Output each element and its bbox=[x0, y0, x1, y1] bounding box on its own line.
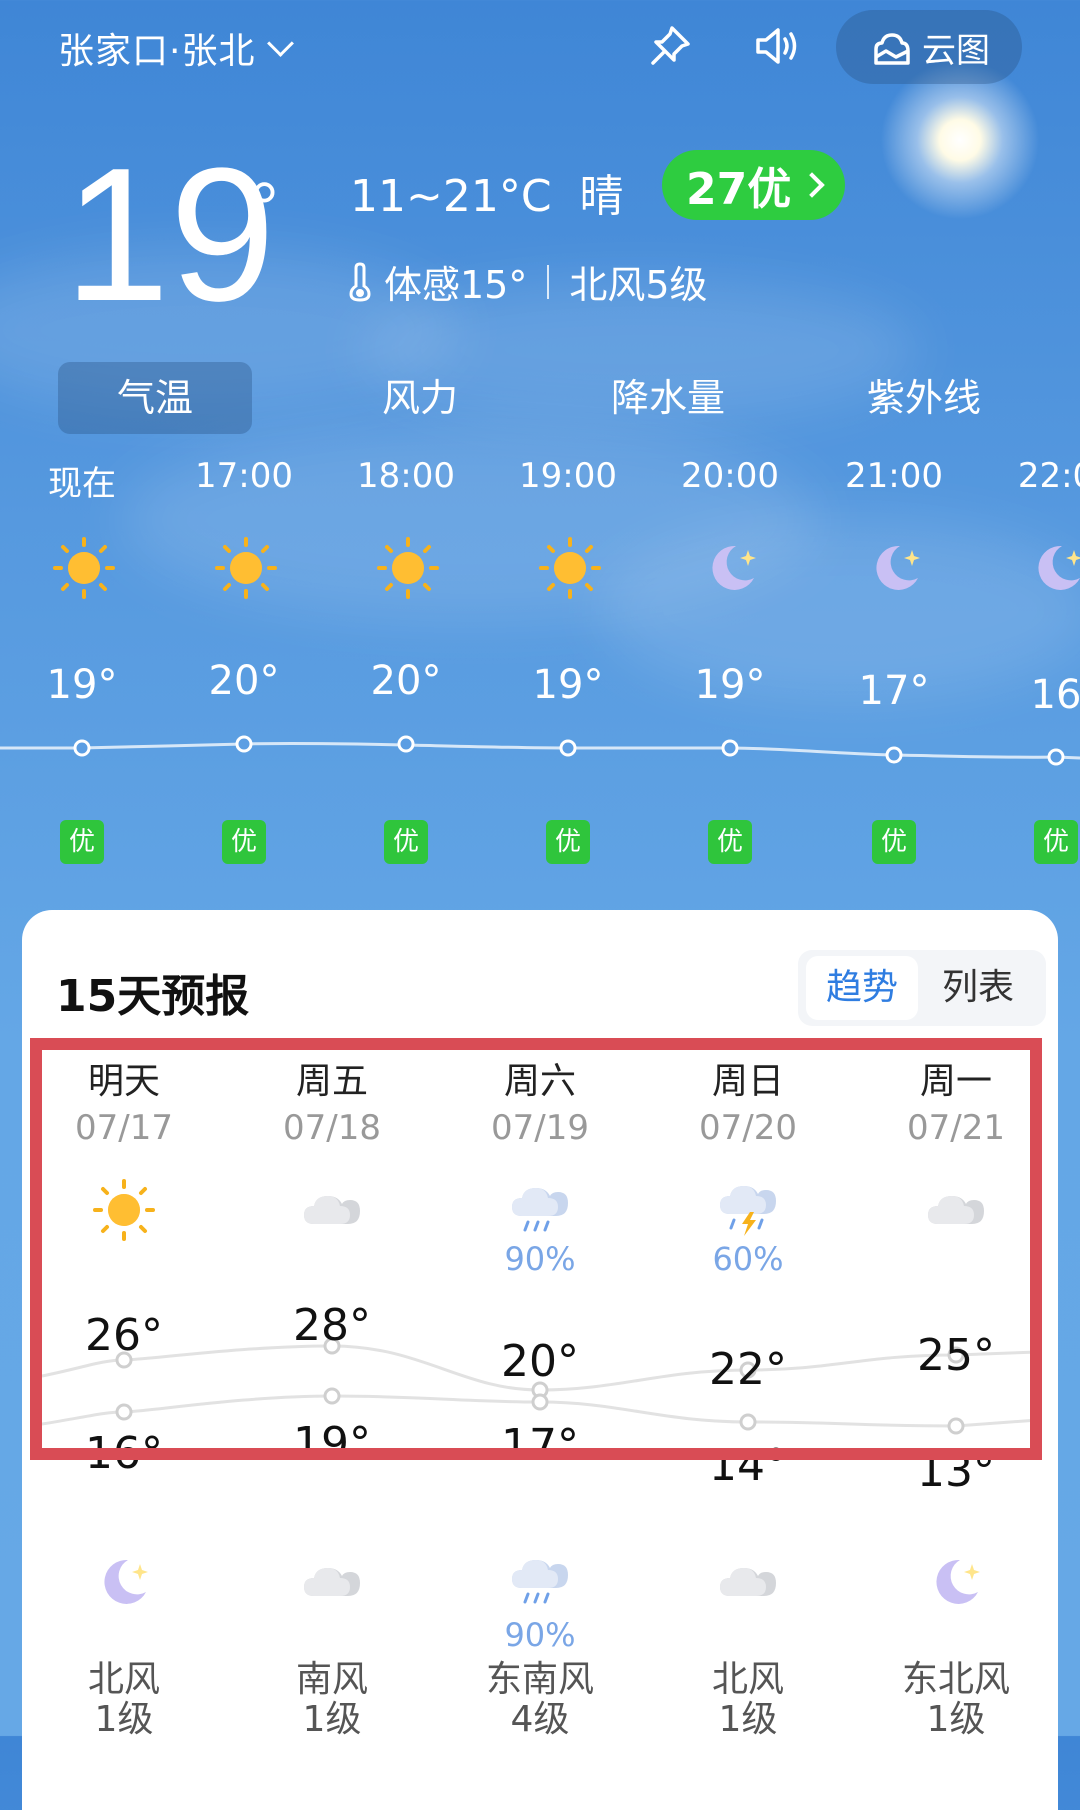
tab-uv[interactable]: 紫外线 bbox=[834, 362, 1014, 434]
aqi-badge: 优 bbox=[222, 820, 266, 864]
hour-temp: 19° bbox=[46, 662, 118, 708]
hour-temp-point bbox=[397, 735, 415, 753]
hour-temp-point bbox=[721, 739, 739, 757]
wind-level: 1级 bbox=[302, 1699, 362, 1740]
aqi-label: 27优 bbox=[686, 164, 792, 215]
hour-time: 18:00 bbox=[357, 456, 455, 496]
moon-icon bbox=[1026, 536, 1080, 596]
feels-like-row: 体感15° 北风5级 bbox=[348, 254, 708, 309]
tab-precipitation[interactable]: 降水量 bbox=[578, 362, 758, 434]
hour-temp: 19° bbox=[532, 662, 604, 708]
location-label: 张家口·张北 bbox=[58, 31, 256, 72]
feels-like-text: 体感15° bbox=[384, 263, 528, 307]
tab-wind[interactable]: 风力 bbox=[330, 362, 510, 434]
forecast-card: 15天预报 趋势 列表 明天 07/17 26° 16° 北风 1级 周五 07/18 28° 1… bbox=[22, 910, 1058, 1810]
degree-symbol: ° bbox=[250, 169, 279, 249]
hour-temp: 20° bbox=[208, 658, 280, 704]
hour-temp-point bbox=[235, 735, 253, 753]
aqi-badge: 优 bbox=[872, 820, 916, 864]
hour-temp: 19° bbox=[694, 662, 766, 708]
night-moon-icon bbox=[92, 1550, 156, 1614]
chevron-down-icon bbox=[267, 29, 295, 57]
hour-time: 17:00 bbox=[195, 456, 293, 496]
aqi-badge: 优 bbox=[708, 820, 752, 864]
tab-temperature[interactable]: 气温 bbox=[58, 362, 252, 434]
moon-icon bbox=[700, 536, 760, 596]
hour-time: 20:00 bbox=[681, 456, 779, 496]
wind-text: 北风5级 bbox=[569, 263, 708, 307]
aqi-badge-button[interactable]: 27优 bbox=[662, 150, 846, 220]
night-cloud-icon bbox=[716, 1550, 780, 1614]
hour-temp-point bbox=[1047, 748, 1065, 766]
hour-temp: 17° bbox=[858, 668, 930, 714]
hour-time: 21:00 bbox=[845, 456, 943, 496]
today-range-condition: 11~21°C 晴 bbox=[350, 171, 624, 222]
pin-icon bbox=[651, 26, 690, 65]
chevron-right-icon bbox=[799, 172, 825, 198]
location-selector[interactable]: 张家口·张北 bbox=[58, 22, 295, 74]
cloud-map-icon bbox=[874, 33, 910, 65]
wind-level: 1级 bbox=[94, 1699, 154, 1740]
wind-level: 4级 bbox=[510, 1699, 570, 1740]
hour-temp-point bbox=[559, 739, 577, 757]
aqi-badge: 优 bbox=[1034, 820, 1078, 864]
cloud-map-button[interactable]: 云图 bbox=[836, 10, 1022, 84]
thermometer-icon bbox=[349, 261, 371, 302]
night-moon-icon bbox=[924, 1550, 988, 1614]
metric-tabs: 气温 风力 降水量 紫外线 bbox=[58, 362, 1058, 434]
aqi-badge: 优 bbox=[546, 820, 590, 864]
divider bbox=[547, 264, 550, 299]
top-bar: 张家口·张北 云图 bbox=[0, 0, 1080, 90]
current-temperature: 19 bbox=[64, 129, 276, 341]
hourly-temp-line bbox=[0, 735, 1080, 766]
sun-icon bbox=[52, 536, 115, 599]
sun-icon bbox=[538, 536, 601, 599]
wind-level: 1级 bbox=[718, 1699, 778, 1740]
night-precip: 90% bbox=[504, 1616, 576, 1654]
hour-temp: 16 bbox=[1030, 672, 1080, 718]
moon-icon bbox=[864, 536, 924, 596]
hourly-forecast[interactable]: 现在 19° 优 17:00 20° 优 18:00 20° 优 19:00 19° 优 20:00 19… bbox=[0, 440, 1080, 880]
hour-temp-point bbox=[885, 746, 903, 764]
cloud-map-label: 云图 bbox=[922, 30, 990, 71]
speaker-icon bbox=[756, 28, 797, 64]
pin-button[interactable] bbox=[646, 22, 694, 70]
sun-icon bbox=[214, 536, 277, 599]
hour-time: 现在 bbox=[48, 464, 116, 504]
highlight-box bbox=[30, 1038, 1042, 1460]
wind-level: 1级 bbox=[926, 1699, 986, 1740]
hour-temp: 20° bbox=[370, 658, 442, 704]
aqi-badge: 优 bbox=[384, 820, 428, 864]
hour-time: 22:0 bbox=[1017, 456, 1080, 496]
aqi-badge: 优 bbox=[60, 820, 104, 864]
night-cloud-icon bbox=[300, 1550, 364, 1614]
sun-icon bbox=[376, 536, 439, 599]
night-rain-icon bbox=[508, 1550, 572, 1614]
voice-broadcast-button[interactable] bbox=[752, 22, 800, 70]
hour-temp-point bbox=[73, 739, 91, 757]
hour-time: 19:00 bbox=[519, 456, 617, 496]
